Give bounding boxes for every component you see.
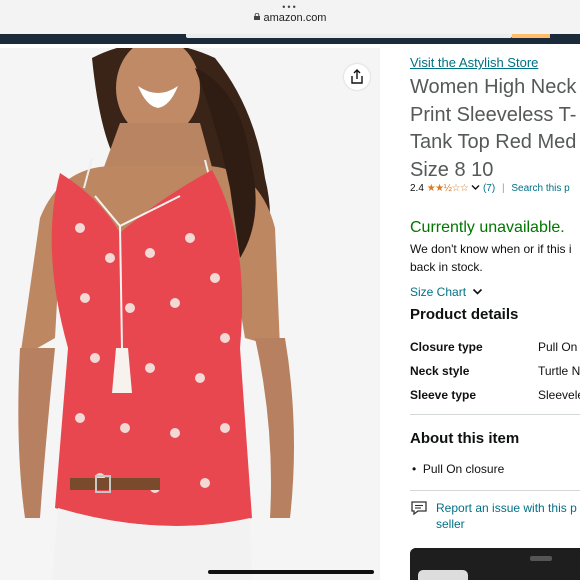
- spec-key-closure: Closure type: [410, 340, 483, 354]
- chevron-down-icon[interactable]: [471, 184, 480, 191]
- section-divider: [410, 414, 580, 415]
- url-text: amazon.com: [263, 12, 327, 24]
- size-chart-link[interactable]: Size Chart: [410, 285, 483, 299]
- store-link[interactable]: Visit the Astylish Store: [410, 55, 538, 70]
- availability-status: Currently unavailable.: [410, 219, 565, 236]
- thumbnail-image: [410, 548, 580, 580]
- spec-value-neck: Turtle N: [538, 364, 580, 378]
- star-rating-icon[interactable]: ★★½☆☆: [427, 183, 469, 194]
- product-details-heading: Product details: [410, 306, 519, 323]
- report-label: Report an issue with this p seller: [436, 501, 577, 531]
- spec-key-sleeve: Sleeve type: [410, 388, 477, 402]
- product-image[interactable]: [0, 48, 380, 580]
- home-indicator: [208, 570, 374, 574]
- chevron-down-icon: [473, 288, 483, 295]
- rating-divider: |: [501, 183, 505, 194]
- share-icon: [351, 69, 363, 84]
- size-chart-label: Size Chart: [410, 285, 467, 299]
- share-button[interactable]: [344, 64, 370, 90]
- rating-value: 2.4: [410, 183, 424, 194]
- related-product-thumbnail[interactable]: [410, 548, 580, 580]
- lock-icon: [253, 13, 260, 20]
- address-bar[interactable]: amazon.com: [0, 12, 580, 24]
- list-item: • Pull On closure: [412, 462, 504, 476]
- site-header: [0, 34, 580, 44]
- rating-row: 2.4 ★★½☆☆ (7) | Search this p: [410, 183, 570, 194]
- product-title: Women High Neck Print Sleeveless T- Tank…: [410, 76, 577, 181]
- report-flag-icon: [411, 501, 427, 516]
- spec-key-neck: Neck style: [410, 364, 470, 378]
- product-photo: [0, 48, 380, 580]
- report-issue-link[interactable]: Report an issue with this p seller: [410, 500, 577, 532]
- report-text: Report an issue with this p seller: [410, 500, 577, 532]
- browser-menu-dots[interactable]: •••: [0, 3, 580, 12]
- browser-top-bar: ••• amazon.com: [0, 0, 580, 34]
- site-search-bar[interactable]: [186, 34, 512, 38]
- availability-note: We don't know when or if this i back in …: [410, 242, 572, 274]
- bullet-text: Pull On closure: [422, 462, 505, 476]
- section-divider: [410, 490, 580, 491]
- about-heading: About this item: [410, 430, 520, 447]
- spec-value-sleeve: Sleevele: [538, 388, 580, 402]
- bullet-dot: •: [412, 462, 423, 476]
- spec-value-closure: Pull On: [538, 340, 578, 354]
- review-count-link[interactable]: (7): [483, 183, 495, 194]
- site-search-button[interactable]: [512, 34, 550, 38]
- search-page-link[interactable]: Search this p: [511, 183, 569, 194]
